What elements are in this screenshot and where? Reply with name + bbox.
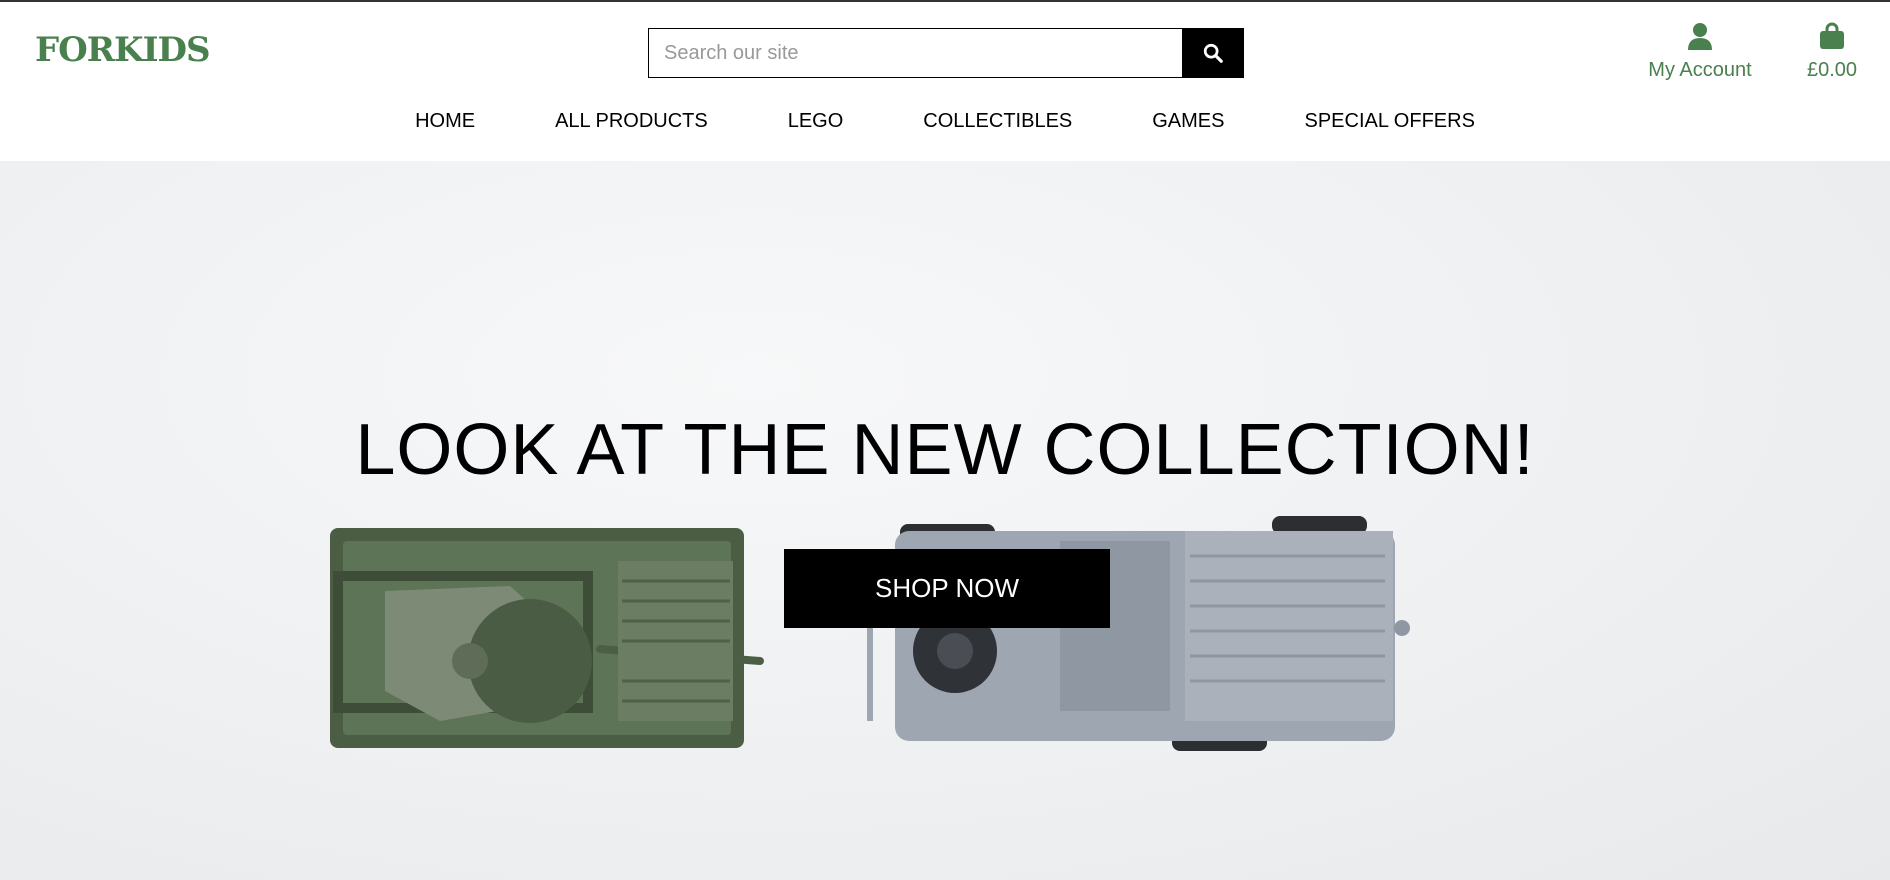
shopping-bag-link[interactable]: £0.00 bbox=[1792, 22, 1872, 82]
site-header: FORKIDS My Account £0.00 HOME ALL PRODUC… bbox=[0, 2, 1890, 161]
toy-tank-image bbox=[330, 528, 764, 748]
nav-item-collectibles[interactable]: COLLECTIBLES bbox=[923, 110, 1072, 132]
nav-item-special-offers[interactable]: SPECIAL OFFERS bbox=[1305, 110, 1475, 132]
search-icon bbox=[1203, 43, 1223, 63]
search-button[interactable] bbox=[1182, 28, 1244, 78]
shop-now-button[interactable]: SHOP NOW bbox=[784, 549, 1110, 628]
my-account-label: My Account bbox=[1648, 59, 1752, 81]
shopping-bag-icon bbox=[1820, 22, 1844, 49]
my-account-link[interactable]: My Account bbox=[1640, 22, 1760, 82]
nav-item-games[interactable]: GAMES bbox=[1152, 110, 1224, 132]
hero-banner: LOOK AT THE NEW COLLECTION! SHOP NOW bbox=[0, 161, 1890, 880]
search-form bbox=[648, 28, 1244, 78]
bag-total: £0.00 bbox=[1806, 59, 1858, 81]
search-input[interactable] bbox=[648, 28, 1182, 78]
main-nav: HOME ALL PRODUCTS LEGO COLLECTIBLES GAME… bbox=[0, 110, 1890, 133]
nav-item-lego[interactable]: LEGO bbox=[788, 110, 844, 132]
nav-item-home[interactable]: HOME bbox=[415, 110, 475, 132]
site-logo[interactable]: FORKIDS bbox=[35, 30, 211, 70]
hero-toy-vehicles-image bbox=[330, 516, 1410, 751]
nav-item-all-products[interactable]: ALL PRODUCTS bbox=[555, 110, 708, 132]
hero-title: LOOK AT THE NEW COLLECTION! bbox=[355, 410, 1535, 490]
user-icon bbox=[1688, 23, 1712, 50]
